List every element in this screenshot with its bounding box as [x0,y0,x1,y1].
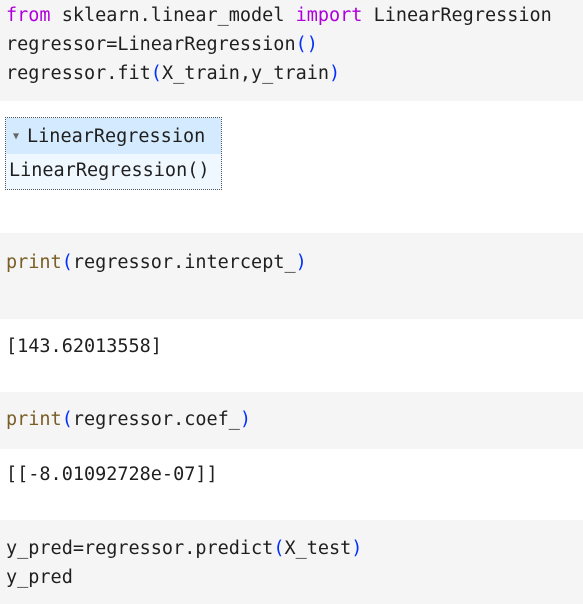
code-text: regressor.intercept_ [72,252,296,273]
code-line: print(regressor.intercept_) [6,249,307,277]
output-coef: [[-8.01092728e-07]] [6,464,218,485]
code-text: regressor.fit [6,63,151,84]
function-name: print [6,409,62,430]
code-text: X_test [284,538,352,559]
code-line: print(regressor.coef_) [6,406,251,434]
paren: ) [295,252,307,273]
paren: () [295,34,318,55]
code-text: regressor.coef_ [72,409,240,430]
code-text: X_train,y_train [161,63,330,84]
code-cell-4[interactable]: y_pred=regressor.predict(X_test) y_pred [0,520,583,604]
code-cell-2[interactable]: print(regressor.intercept_) [0,233,583,319]
code-text: y_pred=regressor.predict [6,538,274,559]
keyword: from [6,5,51,26]
estimator-widget[interactable]: ▼ LinearRegression LinearRegression() [5,117,222,190]
widget-header[interactable]: ▼ LinearRegression [6,118,221,154]
code-text: regressor=LinearRegression [6,34,296,55]
widget-body: LinearRegression() [9,160,210,181]
output-intercept: [143.62013558] [6,336,162,357]
code-text: LinearRegression [362,5,552,26]
paren: ( [61,252,73,273]
paren: ) [239,409,252,430]
triangle-down-icon[interactable]: ▼ [13,131,19,142]
keyword: import [295,5,363,26]
paren: ( [61,409,73,430]
paren: ( [150,63,162,84]
widget-title: LinearRegression [27,125,206,147]
paren: ( [273,538,285,559]
code-line: regressor.fit(X_train,y_train) [6,60,340,88]
code-line: from sklearn.linear_model import LinearR… [6,2,552,30]
code-cell-3[interactable]: print(regressor.coef_) [0,392,583,449]
code-line: y_pred=regressor.predict(X_test) [6,535,362,563]
function-name: print [6,252,62,273]
code-line: regressor=LinearRegression() [6,31,318,59]
paren: ) [329,63,341,84]
paren: ) [351,538,363,559]
code-cell-1[interactable]: from sklearn.linear_model import LinearR… [0,0,583,101]
code-text: sklearn.linear_model [50,5,296,26]
code-line: y_pred [6,567,73,588]
